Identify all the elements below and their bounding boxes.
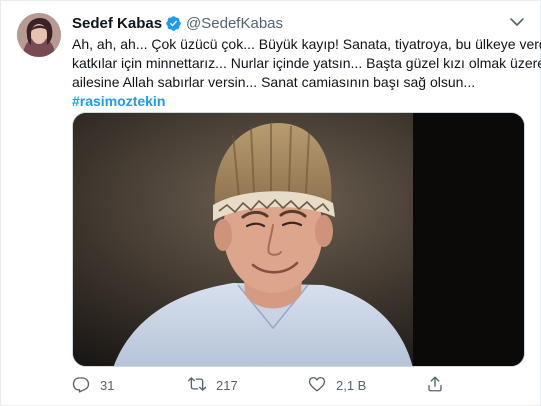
avatar[interactable] — [17, 13, 61, 57]
tweet-card[interactable]: Sedef Kabas @SedefKabas Ah, ah, ah... Ço… — [0, 0, 541, 406]
tweet-text-line: ailesine Allah sabırlar versin... Sanat … — [72, 74, 476, 90]
reply-count: 31 — [100, 378, 115, 393]
reply-button[interactable]: 31 — [72, 375, 114, 396]
share-button[interactable] — [426, 375, 454, 396]
like-button[interactable]: 2,1 B — [308, 375, 366, 396]
tweet-header: Sedef Kabas @SedefKabas — [72, 13, 526, 33]
tweet-text-line: Ah, ah, ah... Çok üzücü çok... Büyük kay… — [72, 36, 541, 52]
like-count: 2,1 B — [336, 378, 367, 393]
tweet-actions: 31 217 2,1 B — [72, 375, 532, 397]
more-icon[interactable] — [508, 13, 526, 31]
reply-icon — [72, 375, 100, 396]
retweet-button[interactable]: 217 — [187, 375, 238, 396]
author-handle[interactable]: @SedefKabas — [186, 15, 283, 32]
tweet-text: Ah, ah, ah... Çok üzücü çok... Büyük kay… — [72, 35, 541, 111]
share-icon — [426, 375, 454, 396]
verified-badge-icon — [165, 15, 182, 32]
retweet-icon — [187, 375, 216, 396]
author-name[interactable]: Sedef Kabas — [72, 15, 162, 32]
tweet-text-line: katkılar için minnettarız... Nurlar için… — [72, 55, 541, 71]
tweet-photo[interactable] — [72, 112, 525, 367]
hashtag-link[interactable]: #rasimoztekin — [72, 93, 165, 109]
retweet-count: 217 — [216, 378, 238, 393]
like-icon — [308, 375, 336, 396]
